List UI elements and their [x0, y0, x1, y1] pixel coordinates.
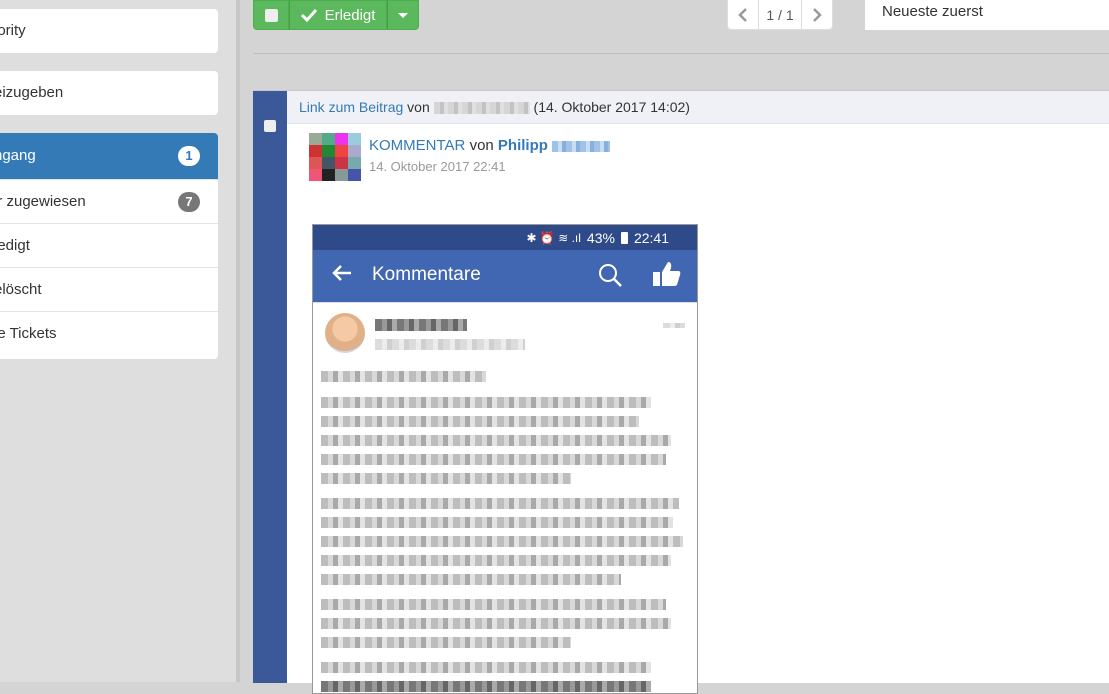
sidebar-item-inbox[interactable]: ngang 1 [0, 133, 218, 179]
thumbs-up-icon [653, 262, 681, 286]
redacted-text [321, 371, 486, 382]
comment-date: 14. Oktober 2017 22:41 [369, 159, 506, 174]
sidebar-item-all-tickets[interactable]: le Tickets [0, 311, 218, 355]
ticket-card: Link zum Beitrag von (14. Oktober 2017 1… [253, 90, 1109, 694]
search-icon [599, 264, 622, 287]
app-title: Kommentare [372, 264, 481, 285]
sidebar-item-deleted[interactable]: elöscht [0, 267, 218, 311]
redacted-meta [375, 339, 525, 350]
sidebar-item-done[interactable]: ledigt [0, 223, 218, 267]
chevron-right-icon [813, 7, 822, 22]
toolbar-divider [253, 53, 1109, 54]
sidebar-item-label: ir zugewiesen [0, 193, 86, 210]
commenter-avatar [325, 313, 365, 353]
redacted-text [321, 536, 683, 547]
mark-done-button[interactable]: Erledigt [289, 0, 387, 30]
battery-percent: 43% [586, 229, 615, 246]
sort-select[interactable]: Neueste zuerst [865, 0, 1109, 30]
redacted-text [321, 517, 673, 528]
redacted-text [321, 498, 679, 509]
sidebar-item-label: le Tickets [0, 325, 57, 342]
prev-page-button[interactable] [728, 0, 758, 29]
redacted-text [321, 637, 571, 648]
sidebar-item-assigned[interactable]: ir zugewiesen 7 [0, 179, 218, 223]
sidebar-card-priority[interactable]: iority [0, 9, 218, 53]
phone-status-bar: ✱ ⏰ ≋ .ıl 43% 22:41 [313, 225, 697, 250]
sidebar-card-approve[interactable]: eizugeben [0, 71, 218, 115]
status-icons: ✱ ⏰ ≋ .ıl [526, 230, 581, 245]
redacted-text [321, 662, 651, 673]
comment-body [313, 302, 697, 693]
redacted-name [433, 102, 530, 115]
more-options-icon [663, 323, 685, 328]
app-header: Kommentare [313, 250, 697, 302]
redacted-text [321, 397, 651, 408]
checkbox-icon [264, 8, 278, 22]
redacted-text [321, 599, 666, 610]
page-indicator: 1 / 1 [758, 0, 802, 29]
redacted-text [321, 618, 671, 629]
redacted-text [321, 435, 671, 446]
redacted-text [321, 473, 571, 484]
comment-type-link[interactable]: KOMMENTAR [369, 137, 465, 154]
sidebar-item-priority[interactable]: iority [0, 9, 218, 53]
sidebar-item-label: elöscht [0, 281, 42, 298]
main-content: Erledigt 1 / 1 Neueste zuerst Link zum B… [240, 0, 1109, 694]
sidebar-item-label: ledigt [0, 237, 30, 254]
caret-down-icon [398, 12, 408, 18]
redacted-text [321, 555, 671, 566]
check-icon [300, 8, 317, 22]
avatar [309, 133, 361, 181]
ticket-select-checkbox[interactable] [264, 120, 276, 132]
sidebar-item-label: ngang [0, 147, 36, 164]
sidebar: iority eizugeben ngang 1 ir zugewiesen 7… [0, 0, 236, 682]
ticket-source-bar [253, 91, 287, 683]
sidebar-item-label: iority [0, 22, 26, 39]
bulk-action-group: Erledigt [253, 0, 419, 30]
redacted-surname [552, 140, 611, 152]
back-arrow-icon [331, 262, 353, 290]
by-label: von [407, 99, 430, 115]
chevron-left-icon [738, 7, 747, 22]
comment-by-label: von [469, 137, 494, 154]
redacted-text [321, 681, 651, 692]
pagination: 1 / 1 [727, 0, 833, 30]
ticket-header: Link zum Beitrag von (14. Oktober 2017 1… [287, 91, 1109, 124]
sidebar-item-approve[interactable]: eizugeben [0, 71, 218, 115]
count-badge: 1 [178, 146, 200, 166]
next-page-button[interactable] [802, 0, 832, 29]
sidebar-menu: ngang 1 ir zugewiesen 7 ledigt elöscht l… [0, 133, 218, 359]
mark-done-label: Erledigt [324, 6, 376, 24]
attached-screenshot[interactable]: ✱ ⏰ ≋ .ıl 43% 22:41 Kommentare [312, 224, 698, 694]
more-actions-dropdown[interactable] [387, 0, 419, 30]
fb-comment-card [313, 302, 697, 693]
redacted-text [321, 416, 639, 427]
redacted-commenter-name [375, 319, 467, 331]
comment-title: KOMMENTAR von Philipp [369, 137, 611, 154]
redacted-text [321, 454, 666, 465]
status-time: 22:41 [633, 229, 669, 246]
post-link[interactable]: Link zum Beitrag [299, 99, 403, 115]
battery-icon [620, 231, 628, 244]
select-all-button[interactable] [253, 0, 289, 30]
redacted-text [321, 574, 621, 585]
sidebar-item-label: eizugeben [0, 84, 64, 101]
count-badge: 7 [178, 192, 200, 212]
post-date: (14. Oktober 2017 14:02) [533, 99, 690, 115]
author-link[interactable]: Philipp [498, 137, 548, 154]
